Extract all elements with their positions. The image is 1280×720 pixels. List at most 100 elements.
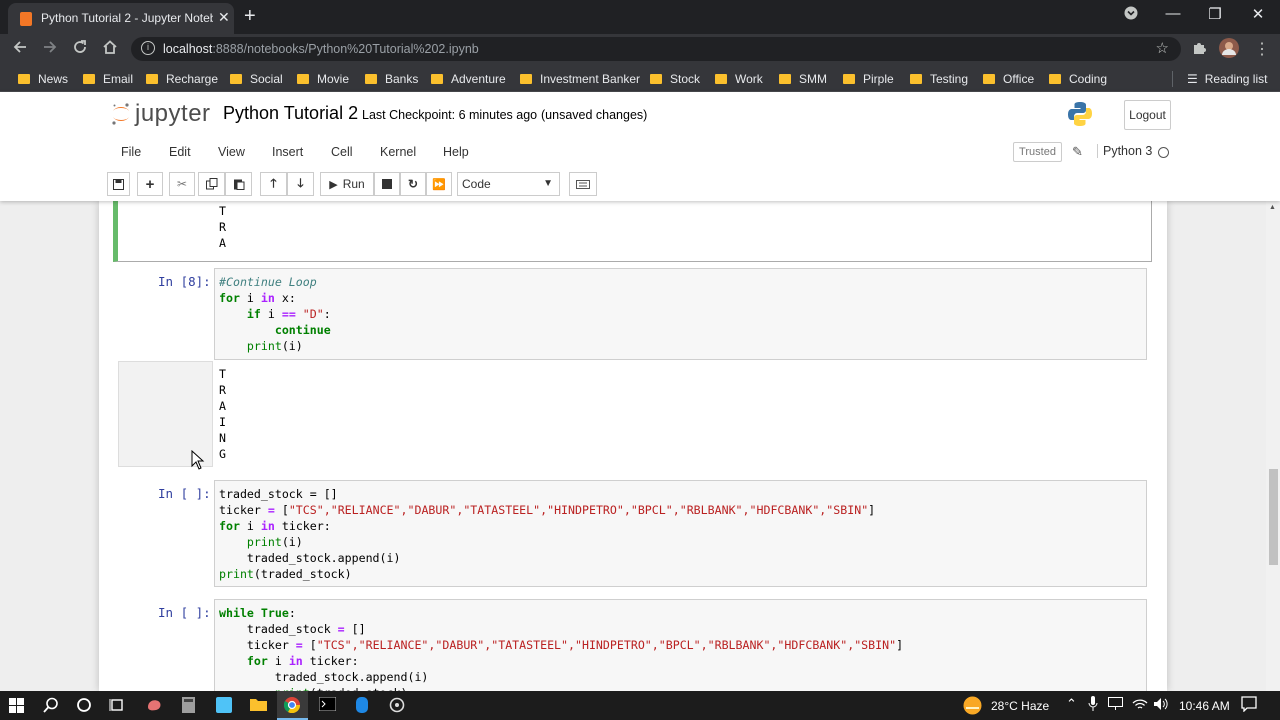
close-tab-icon[interactable]: ✕ bbox=[218, 9, 230, 26]
back-arrow-icon[interactable] bbox=[12, 39, 28, 60]
taskbar-tool-icon[interactable] bbox=[389, 697, 405, 716]
windows-start-icon[interactable] bbox=[9, 698, 24, 716]
bookmark-movie[interactable]: Movie bbox=[297, 71, 349, 87]
bookmark-coding[interactable]: Coding bbox=[1049, 71, 1107, 87]
code-cell-1-source: #Continue Loop for i in x: if i == "D": … bbox=[219, 275, 331, 353]
jupyter-logo-text[interactable]: jupyter bbox=[135, 100, 211, 128]
move-down-arrow-icon[interactable]: 🡓 bbox=[287, 172, 314, 196]
folder-icon bbox=[983, 74, 995, 84]
folder-icon bbox=[779, 74, 791, 84]
chrome-menu-icon[interactable]: ⋮ bbox=[1254, 39, 1270, 59]
restart-kernel-icon[interactable]: ↻ bbox=[400, 172, 426, 196]
site-info-icon[interactable]: i bbox=[141, 41, 155, 55]
cell-type-select[interactable]: Code ▼ bbox=[457, 172, 560, 196]
wifi-icon[interactable] bbox=[1132, 697, 1148, 714]
extensions-puzzle-icon[interactable] bbox=[1191, 40, 1207, 61]
code-cell-input[interactable] bbox=[214, 268, 1147, 360]
address-bar[interactable]: i localhost:8888/notebooks/Python%20Tuto… bbox=[131, 37, 1181, 61]
bookmark-news[interactable]: News bbox=[18, 71, 68, 87]
bookmark-work[interactable]: Work bbox=[715, 71, 763, 87]
bookmark-email[interactable]: Email bbox=[83, 71, 133, 87]
folder-icon bbox=[843, 74, 855, 84]
bluetooth-app-icon[interactable] bbox=[356, 697, 368, 716]
forward-arrow-icon[interactable] bbox=[42, 39, 58, 60]
bookmark-adventure[interactable]: Adventure bbox=[431, 71, 506, 87]
page-scrollbar[interactable]: ▲ bbox=[1266, 201, 1280, 691]
interrupt-stop-icon[interactable] bbox=[374, 172, 400, 196]
bookmark-star-icon[interactable]: ☆ bbox=[1156, 39, 1169, 57]
maximize-icon[interactable]: ❐ bbox=[1192, 5, 1238, 23]
home-icon[interactable] bbox=[102, 39, 118, 60]
cortana-icon[interactable] bbox=[76, 697, 92, 716]
copy-icon[interactable] bbox=[198, 172, 225, 196]
chevron-down-icon: ▼ bbox=[543, 178, 553, 189]
calculator-icon[interactable] bbox=[182, 697, 195, 716]
menu-file[interactable]: File bbox=[121, 145, 141, 159]
window-close-icon[interactable]: ✕ bbox=[1235, 5, 1280, 23]
menu-kernel[interactable]: Kernel bbox=[380, 145, 416, 159]
menu-help[interactable]: Help bbox=[443, 145, 469, 159]
display-icon[interactable] bbox=[1108, 697, 1123, 714]
file-explorer-icon[interactable] bbox=[250, 697, 267, 714]
bookmark-banks[interactable]: Banks bbox=[365, 71, 418, 87]
autosave-status: (unsaved changes) bbox=[541, 108, 648, 122]
notebook-name[interactable]: Python Tutorial 2 bbox=[223, 103, 358, 124]
trusted-indicator[interactable]: Trusted bbox=[1013, 142, 1062, 162]
notebook-area: T R A In [8]: #Continue Loop for i in x:… bbox=[0, 201, 1266, 691]
browser-tab-strip: Python Tutorial 2 - Jupyter Notebook ✕ +… bbox=[0, 0, 1280, 34]
reading-list[interactable]: ☰ Reading list bbox=[1172, 71, 1267, 87]
notebook-container: T R A In [8]: #Continue Loop for i in x:… bbox=[99, 201, 1167, 691]
input-prompt: In [ ]: bbox=[158, 605, 211, 620]
command-palette-keyboard-icon[interactable] bbox=[569, 172, 597, 196]
save-icon[interactable] bbox=[107, 172, 130, 196]
bookmark-pirple[interactable]: Pirple bbox=[843, 71, 894, 87]
notes-app-icon[interactable] bbox=[216, 697, 232, 716]
bookmark-testing[interactable]: Testing bbox=[910, 71, 968, 87]
folder-icon bbox=[83, 74, 95, 84]
jupyter-logo-icon[interactable] bbox=[110, 102, 132, 126]
weather-text[interactable]: 28°C Haze bbox=[991, 699, 1049, 713]
scroll-up-arrow-icon[interactable]: ▲ bbox=[1269, 204, 1276, 211]
minimize-icon[interactable]: — bbox=[1150, 5, 1196, 22]
insert-cell-plus-icon[interactable]: + bbox=[137, 172, 163, 196]
microphone-icon[interactable] bbox=[1088, 696, 1098, 715]
cut-scissors-icon[interactable]: ✂ bbox=[169, 172, 195, 196]
menu-cell[interactable]: Cell bbox=[331, 145, 353, 159]
logout-button[interactable]: Logout bbox=[1124, 100, 1171, 130]
move-up-arrow-icon[interactable]: 🡑 bbox=[260, 172, 287, 196]
weather-icon[interactable] bbox=[963, 696, 982, 718]
taskbar-app-icon[interactable] bbox=[146, 697, 163, 715]
bookmark-smm[interactable]: SMM bbox=[779, 71, 827, 87]
bookmark-social[interactable]: Social bbox=[230, 71, 283, 87]
search-icon[interactable] bbox=[43, 697, 59, 716]
menu-edit[interactable]: Edit bbox=[169, 145, 191, 159]
chrome-taskbar-icon[interactable] bbox=[277, 691, 308, 720]
task-view-icon[interactable] bbox=[109, 697, 125, 716]
bookmark-office[interactable]: Office bbox=[983, 71, 1034, 87]
reload-icon[interactable] bbox=[72, 39, 88, 60]
new-tab-icon[interactable]: + bbox=[244, 5, 256, 28]
tab-title: Python Tutorial 2 - Jupyter Notebook bbox=[41, 11, 213, 25]
code-cell-3-source: while True: traded_stock = [] ticker = [… bbox=[219, 606, 904, 691]
tab-search-icon[interactable] bbox=[1108, 6, 1154, 24]
selected-cell[interactable] bbox=[113, 201, 1152, 262]
pencil-icon[interactable]: ✎ bbox=[1072, 144, 1083, 160]
bookmark-recharge[interactable]: Recharge bbox=[146, 71, 218, 87]
menu-insert[interactable]: Insert bbox=[272, 145, 303, 159]
menu-view[interactable]: View bbox=[218, 145, 245, 159]
scrollbar-thumb[interactable] bbox=[1269, 469, 1278, 565]
volume-icon[interactable] bbox=[1153, 697, 1169, 714]
folder-icon bbox=[715, 74, 727, 84]
browser-tab[interactable]: Python Tutorial 2 - Jupyter Notebook ✕ bbox=[8, 3, 234, 34]
notification-center-icon[interactable] bbox=[1241, 696, 1257, 715]
run-button[interactable]: ▶ Run bbox=[320, 172, 374, 196]
clock-time[interactable]: 10:46 AM bbox=[1179, 699, 1230, 713]
bookmark-investment-banker[interactable]: Investment Banker bbox=[520, 71, 640, 87]
restart-run-all-icon[interactable]: ⏩ bbox=[426, 172, 452, 196]
paste-clipboard-icon[interactable] bbox=[225, 172, 252, 196]
bookmark-stock[interactable]: Stock bbox=[650, 71, 700, 87]
terminal-icon[interactable] bbox=[318, 696, 337, 714]
profile-avatar[interactable] bbox=[1219, 38, 1239, 63]
tray-chevron-up-icon[interactable]: ⌃ bbox=[1066, 696, 1077, 712]
folder-icon bbox=[18, 74, 30, 84]
